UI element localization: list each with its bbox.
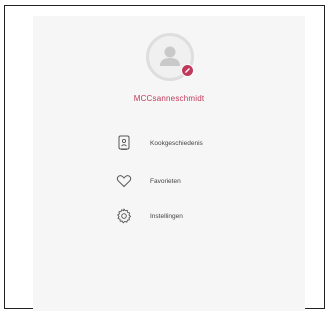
pencil-icon [185,68,190,73]
menu-item-favorieten[interactable]: Favorieten [110,170,260,192]
gear-icon [110,208,138,224]
menu-item-instellingen[interactable]: Instellingen [110,205,260,227]
heart-icon [110,174,138,188]
edit-avatar-button[interactable] [181,64,194,77]
menu-item-kookgeschiedenis[interactable]: Kookgeschiedenis [110,132,260,154]
cookbook-history-icon [110,135,138,151]
menu-item-label: Kookgeschiedenis [150,139,203,147]
menu-item-label: Favorieten [150,177,181,185]
menu-item-label: Instellingen [150,212,183,220]
username: MCCsanneschmidt [133,94,205,103]
